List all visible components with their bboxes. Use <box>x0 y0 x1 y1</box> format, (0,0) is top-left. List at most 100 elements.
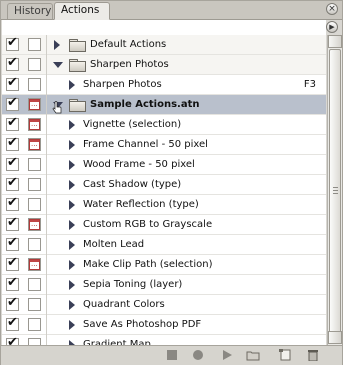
toggle-item-checkbox[interactable]: ✔ <box>6 115 21 132</box>
checkmark-icon: ✔ <box>7 115 18 130</box>
action-row[interactable]: ✔ Sharpen Photos F3 <box>2 75 326 95</box>
folder-icon <box>69 59 86 72</box>
play-icon[interactable] <box>220 349 234 361</box>
action-row[interactable]: ✔ Custom RGB to Grayscale <box>2 215 326 235</box>
toggle-dialog-checkbox[interactable] <box>28 158 43 172</box>
new-action-icon[interactable] <box>278 349 292 361</box>
toggle-item-checkbox[interactable]: ✔ <box>6 235 21 252</box>
triangle-right-icon[interactable] <box>69 120 75 130</box>
toggle-item-checkbox[interactable]: ✔ <box>6 95 21 112</box>
triangle-right-icon[interactable] <box>69 320 75 330</box>
triangle-right-icon[interactable] <box>54 40 60 50</box>
checkmark-icon: ✔ <box>7 215 18 230</box>
toggle-dialog-checkbox[interactable] <box>28 118 43 132</box>
toggle-dialog-checkbox[interactable] <box>28 98 43 112</box>
checkmark-icon: ✔ <box>7 255 18 270</box>
toggle-item-checkbox[interactable]: ✔ <box>6 335 21 345</box>
triangle-right-icon[interactable] <box>69 140 75 150</box>
toggle-item-checkbox[interactable]: ✔ <box>6 315 21 332</box>
column-divider <box>46 35 47 55</box>
action-row[interactable]: ✔ Water Reflection (type) <box>2 195 326 215</box>
action-row[interactable]: ✔ Wood Frame - 50 pixel <box>2 155 326 175</box>
checkmark-icon: ✔ <box>7 195 18 210</box>
action-set-label: Sample Actions.atn <box>90 99 200 110</box>
action-label: Water Reflection (type) <box>83 199 199 210</box>
toggle-item-checkbox[interactable]: ✔ <box>6 295 21 312</box>
checkbox-frame <box>28 318 41 331</box>
triangle-right-icon[interactable] <box>69 180 75 190</box>
record-icon[interactable] <box>191 349 205 361</box>
action-set-row[interactable]: ✔ Sharpen Photos <box>2 55 326 75</box>
checkmark-icon: ✔ <box>7 95 18 110</box>
actions-list[interactable]: ✔ Default Actions ✔ Sharpen Photos ✔ Sharpen … <box>2 35 326 345</box>
toggle-item-checkbox[interactable]: ✔ <box>6 55 21 72</box>
action-row[interactable]: ✔ Make Clip Path (selection) <box>2 255 326 275</box>
toggle-item-checkbox[interactable]: ✔ <box>6 195 21 212</box>
action-label: Save As Photoshop PDF <box>83 319 202 330</box>
folder-body <box>69 101 86 112</box>
toggle-item-checkbox[interactable]: ✔ <box>6 135 21 152</box>
new-set-icon[interactable] <box>246 349 260 361</box>
triangle-right-icon[interactable] <box>69 220 75 230</box>
toggle-dialog-checkbox[interactable] <box>28 258 43 272</box>
toggle-dialog-checkbox[interactable] <box>28 178 43 192</box>
action-set-row[interactable]: ✔ Sample Actions.atn <box>2 95 326 115</box>
checkbox-frame <box>28 158 41 171</box>
toggle-item-checkbox[interactable]: ✔ <box>6 155 21 172</box>
toggle-dialog-checkbox[interactable] <box>28 278 43 292</box>
triangle-right-icon[interactable] <box>69 260 75 270</box>
action-row[interactable]: ✔ Quadrant Colors <box>2 295 326 315</box>
toggle-dialog-checkbox[interactable] <box>28 238 43 252</box>
action-row[interactable]: ✔ Cast Shadow (type) <box>2 175 326 195</box>
toggle-dialog-checkbox[interactable] <box>28 78 43 92</box>
scroll-thumb[interactable] <box>329 49 341 334</box>
panel-menu-icon[interactable]: ▶ <box>326 21 338 33</box>
checkmark-icon: ✔ <box>7 175 18 190</box>
actions-toolbar <box>1 345 342 365</box>
toggle-dialog-checkbox[interactable] <box>28 298 43 312</box>
triangle-down-icon[interactable] <box>53 62 63 68</box>
folder-body <box>69 61 86 72</box>
toggle-item-checkbox[interactable]: ✔ <box>6 75 21 92</box>
scroll-up-button[interactable] <box>328 35 342 48</box>
scroll-down-button[interactable] <box>328 331 342 344</box>
toggle-dialog-checkbox[interactable] <box>28 58 43 72</box>
action-row[interactable]: ✔ Sepia Toning (layer) <box>2 275 326 295</box>
action-label: Molten Lead <box>83 239 145 250</box>
tab-history[interactable]: History <box>7 3 53 19</box>
close-panel-icon[interactable]: × <box>326 3 338 15</box>
checkbox-frame <box>28 238 41 251</box>
toggle-item-checkbox[interactable]: ✔ <box>6 215 21 232</box>
trash-icon[interactable] <box>306 349 320 361</box>
action-row[interactable]: ✔ Save As Photoshop PDF <box>2 315 326 335</box>
action-label: Sepia Toning (layer) <box>83 279 183 290</box>
action-set-row[interactable]: ✔ Default Actions <box>2 35 326 55</box>
triangle-right-icon[interactable] <box>69 300 75 310</box>
shortcut-key: F3 <box>303 79 316 90</box>
column-divider <box>46 295 47 315</box>
action-row[interactable]: ✔ Molten Lead <box>2 235 326 255</box>
tab-actions[interactable]: Actions <box>54 2 110 20</box>
toggle-dialog-checkbox[interactable] <box>28 198 43 212</box>
toggle-dialog-checkbox[interactable] <box>28 318 43 332</box>
action-row[interactable]: ✔ Gradient Map <box>2 335 326 345</box>
toggle-item-checkbox[interactable]: ✔ <box>6 255 21 272</box>
toggle-dialog-checkbox[interactable] <box>28 338 43 345</box>
vertical-scrollbar[interactable] <box>327 35 342 345</box>
toggle-dialog-checkbox[interactable] <box>28 38 43 52</box>
triangle-right-icon[interactable] <box>69 160 75 170</box>
toggle-item-checkbox[interactable]: ✔ <box>6 275 21 292</box>
triangle-right-icon[interactable] <box>69 200 75 210</box>
action-row[interactable]: ✔ Vignette (selection) <box>2 115 326 135</box>
triangle-right-icon[interactable] <box>69 280 75 290</box>
action-label: Make Clip Path (selection) <box>83 259 213 270</box>
toggle-item-checkbox[interactable]: ✔ <box>6 175 21 192</box>
triangle-right-icon[interactable] <box>69 80 75 90</box>
toggle-item-checkbox[interactable]: ✔ <box>6 35 21 52</box>
triangle-right-icon[interactable] <box>69 240 75 250</box>
toggle-dialog-checkbox[interactable] <box>28 218 43 232</box>
checkbox-frame <box>28 198 41 211</box>
action-row[interactable]: ✔ Frame Channel - 50 pixel <box>2 135 326 155</box>
toggle-dialog-checkbox[interactable] <box>28 138 43 152</box>
stop-icon[interactable] <box>165 349 179 361</box>
